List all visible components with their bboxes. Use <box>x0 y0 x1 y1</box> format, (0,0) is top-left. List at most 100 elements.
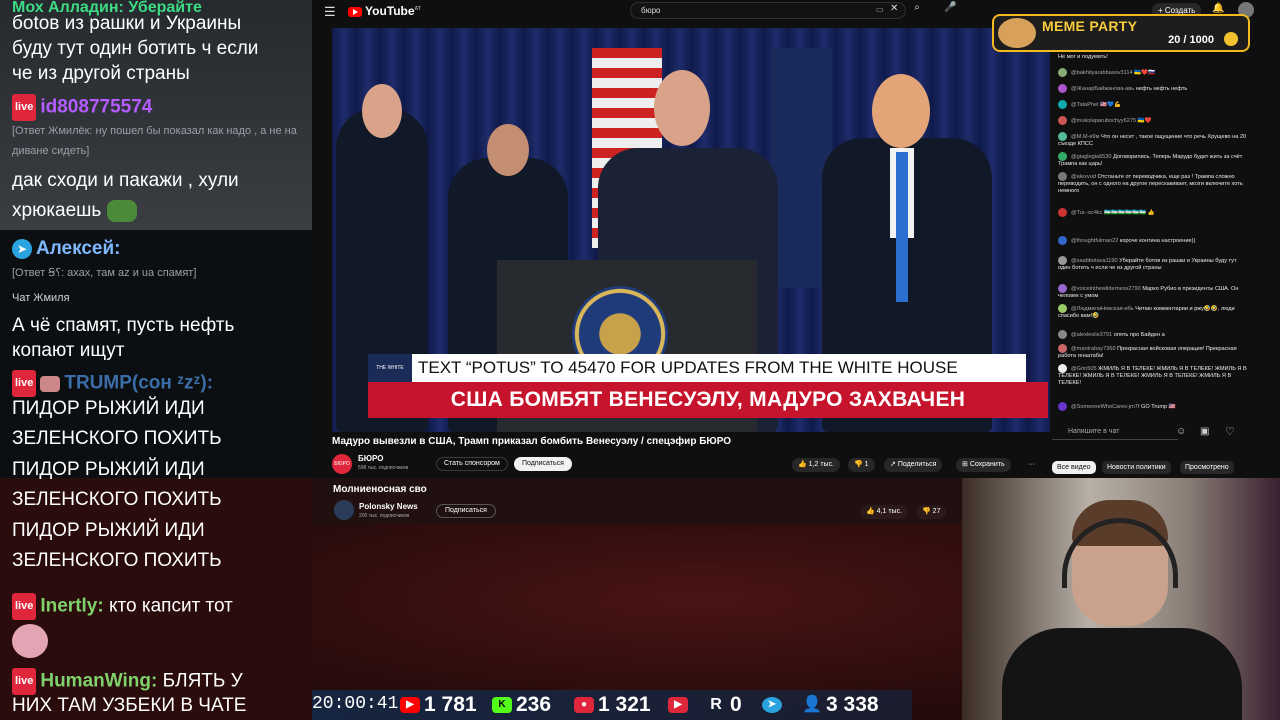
vk-live-icon: ● <box>574 697 594 714</box>
chip-politics-news[interactable]: Новости политики <box>1102 461 1171 474</box>
chip-watched[interactable]: Просмотрено <box>1180 461 1234 474</box>
face <box>362 84 402 138</box>
chat-message: ПИДОР РЫЖИЙ ИДИ <box>12 459 205 480</box>
r-icon: R <box>710 696 722 714</box>
search-input[interactable]: бюро <box>630 2 906 19</box>
chat-message: @alexleslie3791 опять про Байден а <box>1058 330 1248 339</box>
face <box>487 124 529 176</box>
whitehouse-logo: THE WHITE HOUSE <box>368 354 412 399</box>
clear-search-icon[interactable]: ✕ <box>890 3 898 14</box>
stream-stats-bar: 20:00:41 ▶ 1 781 K 236 ● 1 321 ▶ R0 ➤ 👤 3 33… <box>312 690 912 720</box>
chyron-headline: США БОМБЯТ ВЕНЕСУЭЛУ, МАДУРО ЗАХВАЧЕН <box>368 382 1048 418</box>
chat-username: HumanWing: <box>40 670 158 692</box>
chat-username: Inertly: <box>40 595 104 617</box>
chat-message: @giaglegia6530 Договорились. Теперь Мару… <box>1058 152 1243 167</box>
chat-username: TRUMP(сон ᶻzᶻ): <box>64 372 214 394</box>
meme-party-widget: MEME PARTY 20 / 1000 <box>992 14 1250 52</box>
chat-message: @mukolaparubochyy6275 🇺🇦❤️ <box>1058 116 1248 125</box>
chat-message: че из другой страны <box>12 63 190 84</box>
emoji-icon[interactable]: ☺ <box>1176 426 1186 437</box>
face <box>654 70 710 146</box>
viewers-icon: 👤 <box>802 696 822 714</box>
chat-message: боtов из рашки и Украины <box>12 13 242 34</box>
menu-icon[interactable]: ☰ <box>324 4 336 20</box>
donate-icon[interactable]: ▣ <box>1200 426 1209 437</box>
chat-reply: [Ответ Ꞩ⸮: ахах, там az и ua спамят] <box>12 267 197 279</box>
webcam-feed <box>962 478 1280 720</box>
chat-message: ЗЕЛЕНСКОГО ПОХИТЬ <box>12 428 222 449</box>
chat-message: ПИДОР РЫЖИЙ ИДИ <box>12 398 205 419</box>
chat-input[interactable]: Напишите в чат <box>1052 424 1178 440</box>
live-badge: live <box>12 370 37 397</box>
telegram-viewers: ➤ <box>762 692 786 718</box>
face <box>872 74 930 148</box>
subscribe-button[interactable]: Подписаться <box>514 457 572 471</box>
keyboard-icon[interactable]: ▭ <box>876 5 884 14</box>
telegram-icon: ➤ <box>762 697 782 714</box>
video-player[interactable]: THE WHITE HOUSE TEXT “POTUS” TO 45470 FO… <box>332 28 1050 432</box>
channel-name[interactable]: БЮРО <box>358 454 383 463</box>
chat-message: дак сходи и пакажи , хули <box>12 170 239 191</box>
chat-message: БЛЯТЬ У <box>162 670 243 692</box>
chat-reply: [Ответ Жмилёк: ну пошел бы показал как н… <box>12 125 297 157</box>
sponsor-button[interactable]: Стать спонсором <box>436 457 508 471</box>
chat-message: @saabbotava1190 Уберайте ботов из рашки … <box>1058 256 1237 271</box>
chat-message: @ЛюдмилаНевская-ибь Читаю комментарии и … <box>1058 304 1235 319</box>
chat-message: @TataPhel 🇺🇸💙💪 <box>1058 100 1248 109</box>
meme-party-title: MEME PARTY <box>1042 18 1138 34</box>
telegram-icon: ➤ <box>12 238 32 259</box>
chat-message: ЗЕЛЕНСКОГО ПОХИТЬ <box>12 550 222 571</box>
youtube-icon: ▶ <box>400 697 420 714</box>
streamer-body <box>1002 628 1242 720</box>
chat-message: @Tur.-oc4kc 🇺🇿🇺🇿🇺🇿🇺🇿🇺🇿🇺🇿 👍 <box>1058 208 1248 217</box>
heart-icon[interactable]: ♡ <box>1225 425 1235 438</box>
chyron-top: TEXT “POTUS” TO 45470 FOR UPDATES FROM T… <box>412 354 1026 382</box>
chat-message-text: хрюкаешь <box>12 200 102 221</box>
chat-message: @alexvud Отстаньте от переводчика, еще р… <box>1058 172 1243 194</box>
channel-subscribers: 200 тыс. подписчиков <box>359 513 410 519</box>
stream-chat: Мох Алладин: Уберайте боtов из рашки и У… <box>0 0 312 720</box>
dislike-button[interactable]: 👎 27 <box>916 505 947 519</box>
chat-user-row: ➤ Алексей: <box>12 236 308 261</box>
coin-icon <box>1224 32 1238 46</box>
channel-avatar[interactable]: БЮРО <box>332 454 352 474</box>
kick-icon: K <box>492 697 512 714</box>
live-badge: live <box>12 593 37 620</box>
chat-user-row: live Inertly: кто капсит тот <box>12 593 308 620</box>
pig-emote-icon <box>12 624 48 658</box>
like-button[interactable]: 👍 4,1 тыс. <box>860 505 909 519</box>
next-video-title[interactable]: Молниеносная сво <box>333 484 427 495</box>
subscribe-button[interactable]: Подписаться <box>436 504 496 518</box>
youtube-logo[interactable]: YouTubeAT <box>348 4 421 18</box>
mic-icon[interactable]: 🎤 <box>944 2 956 13</box>
chip-all-videos[interactable]: Все видео <box>1052 461 1096 474</box>
channel-name[interactable]: Polonsky News <box>359 502 418 511</box>
share-button[interactable]: ↗ Поделиться <box>884 458 943 472</box>
chat-message: А чё спамят, пусть нефть <box>12 315 235 336</box>
total-viewers: 👤 3 338 <box>802 693 879 716</box>
next-video-row: Молниеносная сво Polonsky News 200 тыс. … <box>312 478 968 524</box>
chat-message: @mantrabay7360 Прекрасная войсковая опер… <box>1058 344 1237 359</box>
chat-message: кто капсит тот <box>109 595 233 617</box>
chat-message: копают ищут <box>12 340 125 361</box>
like-button[interactable]: 👍 1,2 тыс. <box>792 458 841 472</box>
live-badge: live <box>12 668 37 695</box>
pepe-emote-icon <box>106 199 137 222</box>
stream-overlay: Мох Алладин: Уберайте боtов из рашки и У… <box>0 0 1280 720</box>
bell-icon[interactable]: 🔔 <box>1212 3 1224 14</box>
search-icon[interactable]: ⌕ <box>906 2 928 19</box>
save-button[interactable]: ⊞ Сохранить <box>956 458 1011 472</box>
vk-viewers: ● 1 321 <box>574 692 651 718</box>
chat-user-row: live TRUMP(сон ᶻzᶻ): <box>12 370 308 397</box>
chat-message: ПИДОР РЫЖИЙ ИДИ <box>12 520 205 541</box>
chat-message: ЗЕЛЕНСКОГО ПОХИТЬ <box>12 489 222 510</box>
chat-message: @Grin505 ЖМИЛЬ Я В ТЕЛЕКЕ! ЖМИЛЬ Я В ТЕЛ… <box>1058 364 1247 386</box>
chat-username: id808775574 <box>40 96 153 118</box>
channel-subscribers: 598 тыс. подписчиков <box>358 465 409 471</box>
dislike-button[interactable]: 👎 1 <box>848 458 875 472</box>
chat-label: Чат Жмиля <box>12 292 70 304</box>
channel-avatar[interactable] <box>334 500 354 520</box>
more-button[interactable]: ··· <box>1022 458 1041 472</box>
chat-user-row: live id808775574 <box>12 94 308 121</box>
channel-row: БЮРО БЮРО 598 тыс. подписчиков Стать спо… <box>332 452 1035 474</box>
